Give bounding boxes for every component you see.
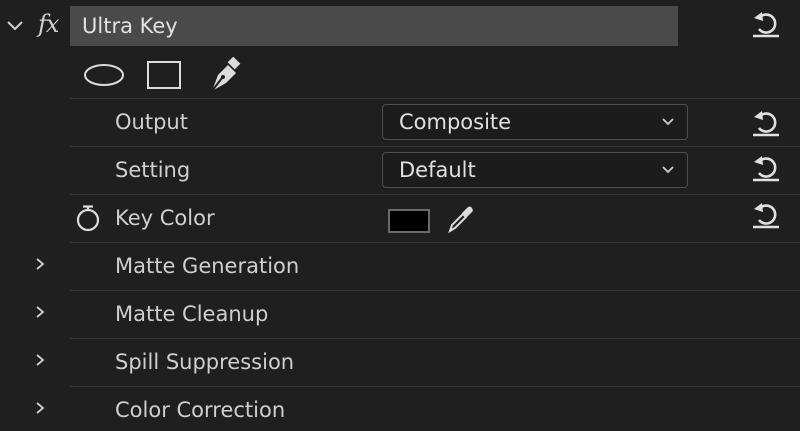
output-value: Composite (399, 110, 512, 134)
reset-effect-icon[interactable] (750, 8, 782, 40)
group-matte-generation[interactable]: Matte Generation (0, 242, 800, 290)
group-label: Color Correction (115, 398, 286, 422)
chevron-right-icon[interactable] (32, 304, 48, 320)
effect-controls-panel: fx Ultra Key Output Composite Setting De… (0, 0, 800, 431)
setting-dropdown[interactable]: Default (382, 152, 688, 188)
setting-value: Default (399, 158, 476, 182)
row-divider (70, 386, 800, 387)
group-matte-cleanup[interactable]: Matte Cleanup (0, 290, 800, 338)
eyedropper-icon[interactable] (446, 204, 474, 234)
effect-name: Ultra Key (82, 14, 178, 38)
row-divider (70, 338, 800, 339)
output-label: Output (115, 110, 188, 134)
key-color-row: Key Color (70, 194, 800, 243)
chevron-down-icon (662, 166, 674, 174)
fx-icon[interactable]: fx (38, 10, 59, 38)
stopwatch-icon[interactable] (74, 204, 102, 232)
chevron-right-icon[interactable] (32, 352, 48, 368)
setting-label: Setting (115, 158, 191, 182)
reset-output-icon[interactable] (750, 107, 782, 139)
row-divider (70, 242, 800, 243)
ellipse-mask-icon[interactable] (82, 62, 126, 88)
rectangle-mask-icon[interactable] (146, 59, 182, 91)
key-color-swatch[interactable] (388, 209, 430, 233)
group-label: Matte Generation (115, 254, 300, 278)
group-color-correction[interactable]: Color Correction (0, 386, 800, 431)
setting-row: Setting Default (70, 146, 800, 195)
chevron-down-icon (662, 118, 674, 126)
reset-setting-icon[interactable] (750, 152, 782, 184)
chevron-right-icon[interactable] (32, 256, 48, 272)
key-color-label: Key Color (115, 206, 215, 230)
row-divider (70, 290, 800, 291)
effect-name-bar[interactable]: Ultra Key (70, 6, 678, 46)
group-label: Spill Suppression (115, 350, 295, 374)
output-row: Output Composite (70, 98, 800, 147)
effect-header: fx Ultra Key (0, 0, 800, 52)
reset-key-color-icon[interactable] (750, 199, 782, 231)
mask-tools (70, 52, 800, 98)
chevron-down-icon[interactable] (4, 14, 26, 36)
output-dropdown[interactable]: Composite (382, 104, 688, 140)
group-spill-suppression[interactable]: Spill Suppression (0, 338, 800, 386)
pen-mask-icon[interactable] (206, 57, 244, 93)
chevron-right-icon[interactable] (32, 400, 48, 416)
group-label: Matte Cleanup (115, 302, 269, 326)
